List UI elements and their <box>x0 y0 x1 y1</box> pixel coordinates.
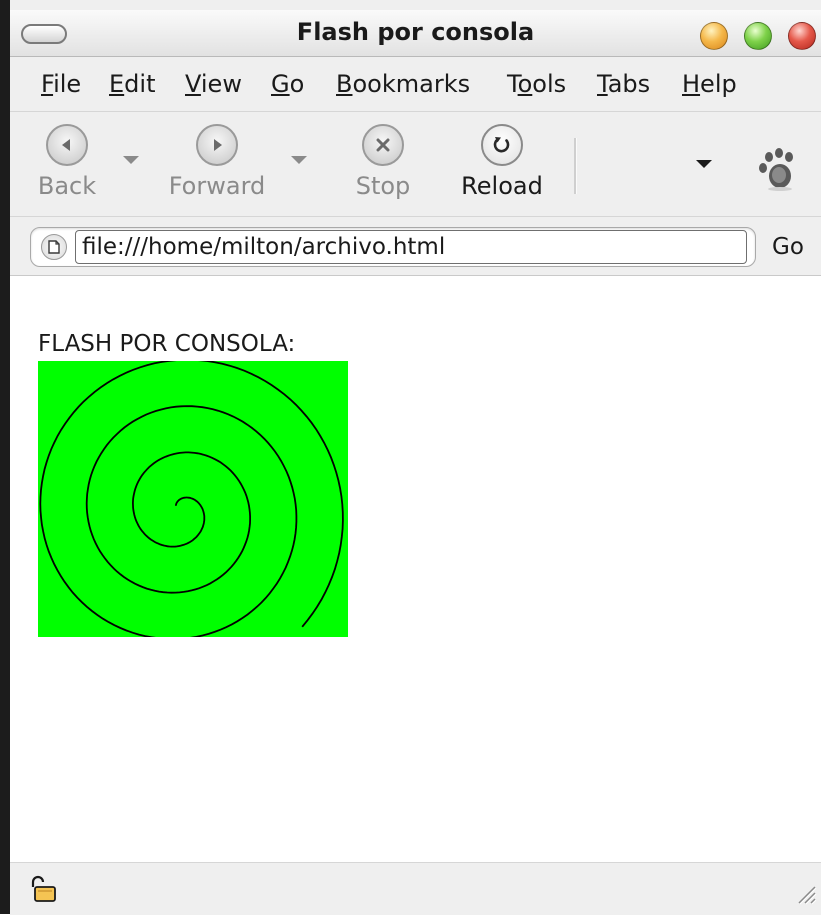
url-field[interactable]: file:///home/milton/archivo.html <box>30 227 756 267</box>
menu-bar: File Edit View Go Bookmarks Tools Tabs H… <box>10 57 821 112</box>
menu-tools[interactable]: Tools <box>507 70 566 98</box>
menu-bookmarks-label: ookmarks <box>352 70 471 98</box>
status-bar <box>10 862 821 915</box>
unlocked-padlock-icon[interactable] <box>26 875 58 907</box>
reload-label: Reload <box>461 172 543 200</box>
url-text: file:///home/milton/archivo.html <box>82 234 446 260</box>
gnome-foot-icon[interactable] <box>754 146 798 196</box>
back-arrow-icon <box>46 124 88 166</box>
forward-button[interactable]: Forward <box>162 124 272 200</box>
page-heading: FLASH POR CONSOLA: <box>38 331 296 357</box>
menu-tabs[interactable]: Tabs <box>597 70 650 98</box>
menu-tools-mnemonic: o <box>517 70 533 98</box>
page-content: FLASH POR CONSOLA: <box>10 276 821 862</box>
menu-go-label: o <box>289 70 305 98</box>
menu-tabs-label: abs <box>607 70 651 98</box>
page-icon <box>41 234 67 260</box>
toolbar-separator <box>574 138 577 194</box>
minimize-button[interactable] <box>700 22 728 50</box>
menu-help-mnemonic: H <box>682 70 701 98</box>
menu-file[interactable]: File <box>41 70 81 98</box>
menu-go[interactable]: Go <box>271 70 304 98</box>
browser-window: Flash por consola File Edit View Go Book… <box>10 0 821 915</box>
menu-bookmarks-mnemonic: B <box>336 70 353 98</box>
menu-bookmarks[interactable]: Bookmarks <box>336 70 470 98</box>
window-frame-edge <box>0 0 10 914</box>
menu-edit-label: dit <box>124 70 156 98</box>
forward-history-dropdown-icon[interactable] <box>291 156 307 164</box>
menu-view[interactable]: View <box>185 70 242 98</box>
resize-grip-icon[interactable] <box>791 879 817 909</box>
back-label: Back <box>37 172 97 200</box>
title-bar[interactable]: Flash por consola <box>10 10 821 57</box>
spiral-graphic <box>39 358 344 641</box>
stop-label: Stop <box>355 172 411 200</box>
menu-help-label: elp <box>700 70 737 98</box>
menu-view-label: iew <box>200 70 242 98</box>
navigation-toolbar: Back Forward Stop Reload <box>10 112 821 217</box>
menu-file-label: ile <box>53 70 82 98</box>
toolbar-overflow-dropdown-icon[interactable] <box>696 160 712 168</box>
reload-button[interactable]: Reload <box>456 124 548 200</box>
back-button[interactable]: Back <box>32 124 102 200</box>
stop-x-icon <box>362 124 404 166</box>
back-history-dropdown-icon[interactable] <box>123 156 139 164</box>
menu-go-mnemonic: G <box>271 70 290 98</box>
go-button[interactable]: Go <box>772 234 804 260</box>
menu-file-mnemonic: F <box>41 70 54 98</box>
url-input[interactable]: file:///home/milton/archivo.html <box>75 230 747 264</box>
menu-edit-mnemonic: E <box>109 70 125 98</box>
menu-help[interactable]: Help <box>682 70 737 98</box>
menu-view-mnemonic: V <box>185 70 201 98</box>
reload-icon <box>481 124 523 166</box>
flash-movie[interactable] <box>38 358 348 641</box>
menu-edit[interactable]: Edit <box>109 70 155 98</box>
spiral-path <box>39 358 344 641</box>
close-button[interactable] <box>788 22 816 50</box>
menu-tools-label: ols <box>532 70 567 98</box>
location-bar: file:///home/milton/archivo.html Go <box>10 217 821 276</box>
forward-label: Forward <box>168 172 266 200</box>
menu-tabs-mnemonic: T <box>597 70 608 98</box>
maximize-button[interactable] <box>744 22 772 50</box>
menu-tools-prefix: T <box>507 70 518 98</box>
forward-arrow-icon <box>196 124 238 166</box>
stop-button[interactable]: Stop <box>350 124 416 200</box>
